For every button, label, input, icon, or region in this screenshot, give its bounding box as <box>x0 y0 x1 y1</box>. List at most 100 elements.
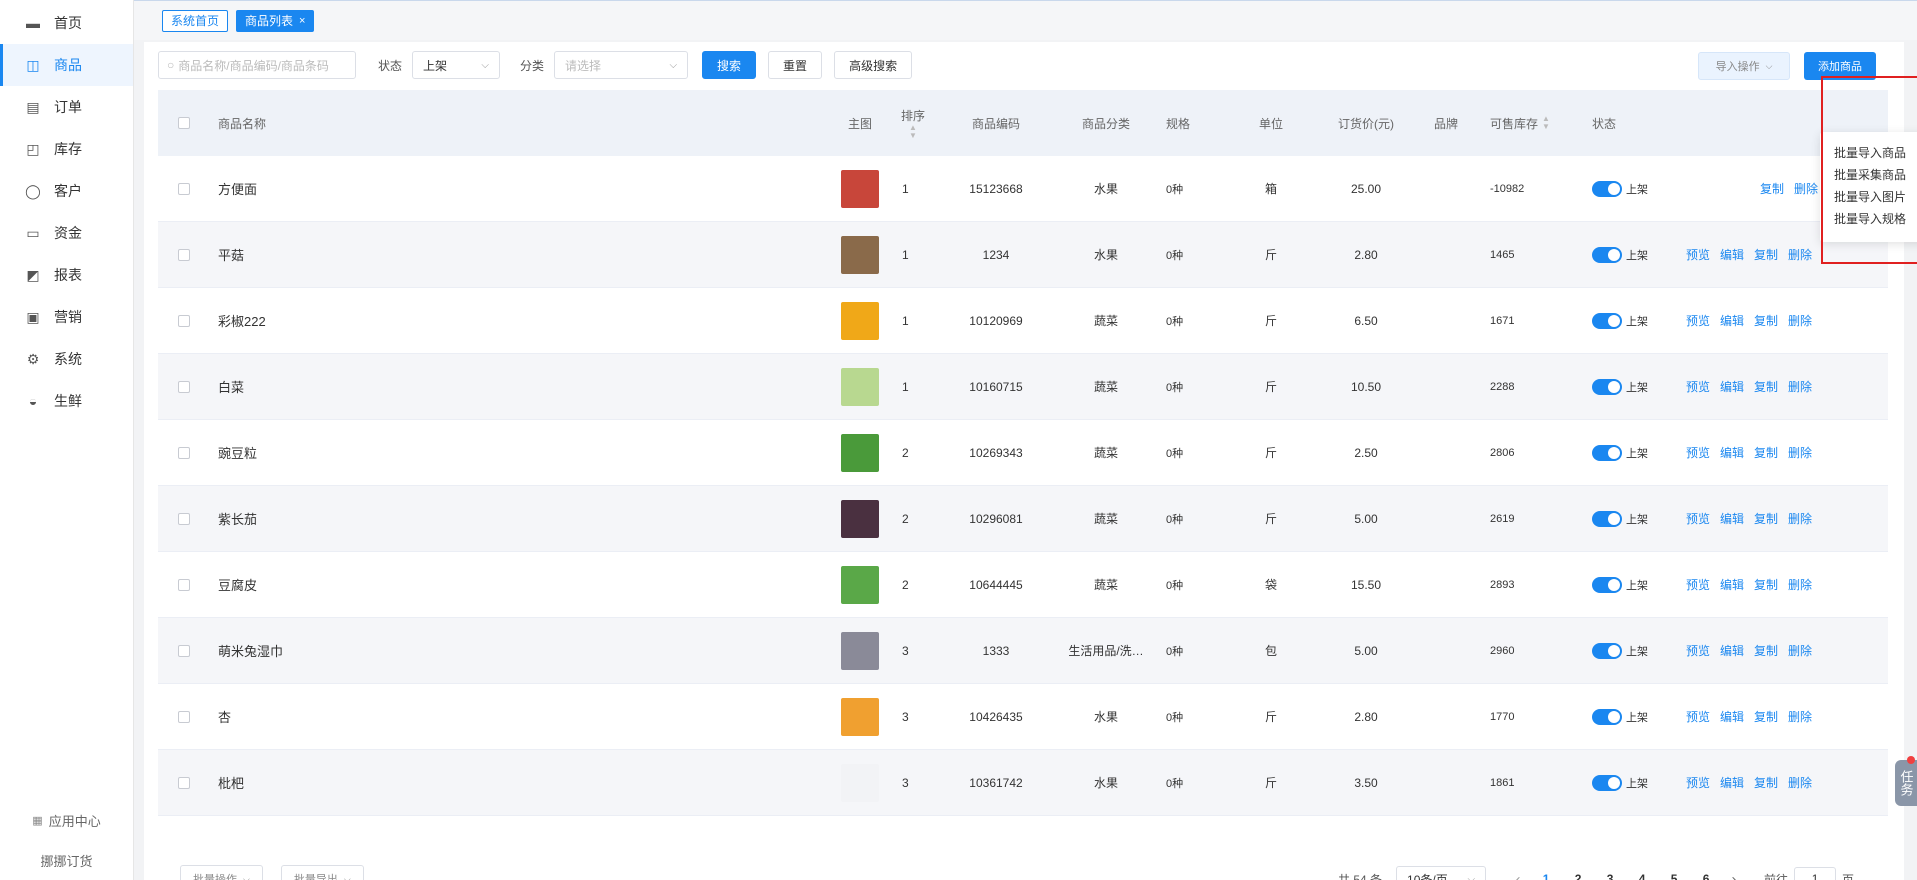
app-center-link[interactable]: ▦ 应用中心 <box>0 800 133 840</box>
product-thumbnail[interactable] <box>841 565 879 604</box>
status-toggle[interactable] <box>1592 444 1622 461</box>
sort-arrows-icon[interactable]: ▲ ▼ <box>1542 115 1550 131</box>
header-sort[interactable]: 排序 ▲ ▼ <box>890 90 936 156</box>
page-number[interactable]: 1 <box>1530 872 1562 880</box>
delete-link[interactable]: 删除 <box>1788 510 1812 527</box>
copy-link[interactable]: 复制 <box>1754 444 1778 461</box>
preview-link[interactable]: 预览 <box>1686 576 1710 593</box>
delete-link[interactable]: 删除 <box>1788 312 1812 329</box>
tab-home[interactable]: 系统首页 <box>162 9 229 32</box>
close-icon[interactable]: × <box>299 15 305 27</box>
delete-link[interactable]: 删除 <box>1788 246 1812 263</box>
status-toggle[interactable] <box>1592 708 1622 725</box>
page-number[interactable]: 4 <box>1626 872 1658 880</box>
row-checkbox[interactable] <box>178 182 190 195</box>
row-checkbox[interactable] <box>178 512 190 525</box>
advanced-search-button[interactable]: 高级搜索 <box>834 51 913 79</box>
delete-link[interactable]: 删除 <box>1794 180 1818 197</box>
edit-link[interactable]: 编辑 <box>1720 642 1744 659</box>
header-stock[interactable]: 可售库存 ▲ ▼ <box>1486 90 1586 156</box>
copy-link[interactable]: 复制 <box>1754 510 1778 527</box>
preview-link[interactable]: 预览 <box>1686 708 1710 725</box>
category-select[interactable]: 请选择 ⌵ <box>554 51 689 79</box>
edit-link[interactable]: 编辑 <box>1720 510 1744 527</box>
search-input[interactable]: ○ 商品名称/商品编码/商品条码 <box>158 51 356 79</box>
dropdown-item-2[interactable]: 批量导入图片 <box>1820 186 1917 208</box>
product-thumbnail[interactable] <box>841 235 879 274</box>
copy-link[interactable]: 复制 <box>1754 576 1778 593</box>
sidebar-item-3[interactable]: ◰ 库存 <box>0 128 133 170</box>
row-checkbox[interactable] <box>178 446 190 459</box>
sort-arrows-icon[interactable]: ▲ ▼ <box>909 123 917 140</box>
product-thumbnail[interactable] <box>841 301 879 340</box>
preview-link[interactable]: 预览 <box>1686 378 1710 395</box>
add-product-button[interactable]: 添加商品 <box>1804 52 1876 80</box>
edit-link[interactable]: 编辑 <box>1720 708 1744 725</box>
edit-link[interactable]: 编辑 <box>1720 444 1744 461</box>
batch-export-button[interactable]: 批量导出 ⌵ <box>280 865 364 880</box>
status-toggle[interactable] <box>1592 246 1622 263</box>
page-number[interactable]: 3 <box>1594 872 1626 880</box>
product-thumbnail[interactable] <box>841 169 879 208</box>
delete-link[interactable]: 删除 <box>1788 444 1812 461</box>
page-number[interactable]: 5 <box>1658 872 1690 880</box>
page-number[interactable]: 2 <box>1562 872 1594 880</box>
next-page-button[interactable]: › <box>1722 871 1746 880</box>
product-thumbnail[interactable] <box>841 763 879 802</box>
product-thumbnail[interactable] <box>841 697 879 736</box>
preview-link[interactable]: 预览 <box>1686 774 1710 791</box>
edit-link[interactable]: 编辑 <box>1720 774 1744 791</box>
status-toggle[interactable] <box>1592 312 1622 329</box>
product-thumbnail[interactable] <box>841 499 879 538</box>
copy-link[interactable]: 复制 <box>1754 246 1778 263</box>
row-checkbox[interactable] <box>178 710 190 723</box>
row-checkbox[interactable] <box>178 314 190 327</box>
import-operations-button[interactable]: 导入操作 ⌵ <box>1698 52 1790 80</box>
status-toggle[interactable] <box>1592 510 1622 527</box>
row-checkbox[interactable] <box>178 578 190 591</box>
copy-link[interactable]: 复制 <box>1754 378 1778 395</box>
tab-product-list[interactable]: 商品列表 × <box>236 9 315 32</box>
status-select[interactable]: 上架 ⌵ <box>412 51 501 79</box>
delete-link[interactable]: 删除 <box>1788 708 1812 725</box>
dropdown-item-1[interactable]: 批量采集商品 <box>1820 164 1917 186</box>
dropdown-item-3[interactable]: 批量导入规格 <box>1820 208 1917 230</box>
goto-page-input[interactable]: 1 <box>1794 867 1837 880</box>
edit-link[interactable]: 编辑 <box>1720 378 1744 395</box>
select-all-checkbox[interactable] <box>178 117 190 129</box>
product-thumbnail[interactable] <box>841 631 879 670</box>
preview-link[interactable]: 预览 <box>1686 312 1710 329</box>
edit-link[interactable]: 编辑 <box>1720 312 1744 329</box>
copy-link[interactable]: 复制 <box>1754 312 1778 329</box>
sidebar-item-7[interactable]: ▣ 营销 <box>0 296 133 338</box>
product-thumbnail[interactable] <box>841 433 879 472</box>
copy-link[interactable]: 复制 <box>1760 180 1784 197</box>
dropdown-item-0[interactable]: 批量导入商品 <box>1820 142 1917 164</box>
delete-link[interactable]: 删除 <box>1788 378 1812 395</box>
product-thumbnail[interactable] <box>841 367 879 406</box>
status-toggle[interactable] <box>1592 642 1622 659</box>
sidebar-item-0[interactable]: ▬ 首页 <box>0 2 133 44</box>
sidebar-item-6[interactable]: ◩ 报表 <box>0 254 133 296</box>
copy-link[interactable]: 复制 <box>1754 774 1778 791</box>
sidebar-item-2[interactable]: ▤ 订单 <box>0 86 133 128</box>
edit-link[interactable]: 编辑 <box>1720 576 1744 593</box>
search-button[interactable]: 搜索 <box>702 51 757 79</box>
row-checkbox[interactable] <box>178 248 190 261</box>
status-toggle[interactable] <box>1592 378 1622 395</box>
status-toggle[interactable] <box>1592 576 1622 593</box>
row-checkbox[interactable] <box>178 380 190 393</box>
sidebar-item-1[interactable]: ◫ 商品 <box>0 44 133 86</box>
preview-link[interactable]: 预览 <box>1686 444 1710 461</box>
status-toggle[interactable] <box>1592 180 1622 197</box>
reset-button[interactable]: 重置 <box>768 51 823 79</box>
edit-link[interactable]: 编辑 <box>1720 246 1744 263</box>
sidebar-item-9[interactable]: ◒ 生鲜 <box>0 380 133 422</box>
copy-link[interactable]: 复制 <box>1754 708 1778 725</box>
sidebar-item-5[interactable]: ▭ 资金 <box>0 212 133 254</box>
batch-operations-button[interactable]: 批量操作 ⌵ <box>180 865 263 880</box>
task-tab[interactable]: 任务 <box>1895 760 1917 806</box>
page-number[interactable]: 6 <box>1690 872 1722 880</box>
sidebar-item-4[interactable]: ◯ 客户 <box>0 170 133 212</box>
page-size-select[interactable]: 10条/页 ⌵ <box>1396 866 1487 880</box>
